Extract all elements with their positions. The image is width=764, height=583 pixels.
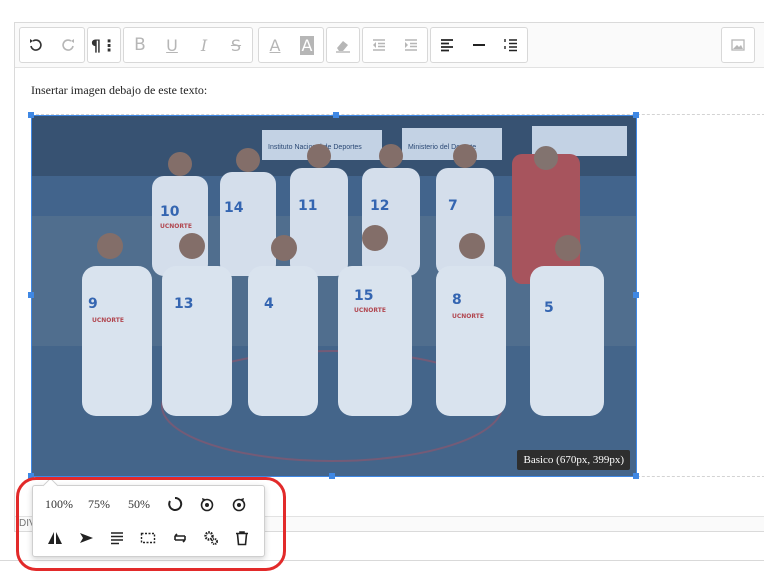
image-icon [731,39,745,51]
italic-button[interactable]: I [188,29,220,61]
align-button[interactable] [431,29,463,61]
insert-group [721,27,755,63]
indent-icon [405,39,417,51]
redo-icon [62,39,74,51]
paragraph-group: ¶⋮ [87,27,121,63]
outdent-icon [373,39,385,51]
background-color-icon: A [299,35,315,55]
outdent-button[interactable] [363,29,395,61]
strikethrough-icon: S [230,35,242,55]
resize-handle-e[interactable] [633,292,639,298]
background-color-button[interactable]: A [291,29,323,61]
history-group [19,27,85,63]
eraser-icon [336,41,350,53]
text-style-group: B U I S [123,27,253,63]
resize-handle-se[interactable] [633,473,639,479]
red-annotation-outline [16,477,286,571]
bold-button[interactable]: B [124,29,156,61]
resize-handle-s[interactable] [329,473,335,479]
horizontal-rule-button[interactable] [463,29,495,61]
underline-button[interactable]: U [156,29,188,61]
team-photo: Instituto Nacional de Deportes Ministeri… [32,116,636,476]
align-left-icon [441,39,453,52]
editor-content[interactable]: Insertar imagen debajo de este texto: In… [15,68,764,531]
font-color-button[interactable]: A [259,29,291,61]
color-group: A A [258,27,324,63]
undo-icon [30,39,42,51]
block-group [430,27,528,63]
insert-image-button[interactable] [722,29,754,61]
redo-button[interactable] [52,29,84,61]
clear-format-button[interactable] [327,29,359,61]
rich-text-editor: ¶⋮ B U I S A A Insertar imagen debajo de… [14,22,764,532]
clear-group [326,27,360,63]
paragraph-format-button[interactable]: ¶⋮ [88,29,120,61]
line-height-button[interactable] [495,29,527,61]
editor-toolbar: ¶⋮ B U I S A A [15,23,764,68]
bold-icon: B [134,35,146,55]
horizontal-rule-icon [473,44,485,46]
resize-handle-nw[interactable] [28,112,34,118]
paragraph-icon: ¶⋮ [90,35,118,55]
indent-group [362,27,428,63]
image-size-badge: Basico (670px, 399px) [517,450,630,470]
font-color-icon: A [269,35,281,55]
undo-button[interactable] [20,29,52,61]
resize-handle-ne[interactable] [633,112,639,118]
list-ordered-icon [504,39,517,52]
italic-icon: I [200,35,208,55]
intro-text: Insertar imagen debajo de este texto: [31,83,208,97]
selected-image[interactable]: Instituto Nacional de Deportes Ministeri… [31,115,637,477]
underline-icon: U [166,35,178,55]
resize-handle-w[interactable] [28,292,34,298]
strikethrough-button[interactable]: S [220,29,252,61]
resize-handle-n[interactable] [333,112,339,118]
indent-button[interactable] [395,29,427,61]
